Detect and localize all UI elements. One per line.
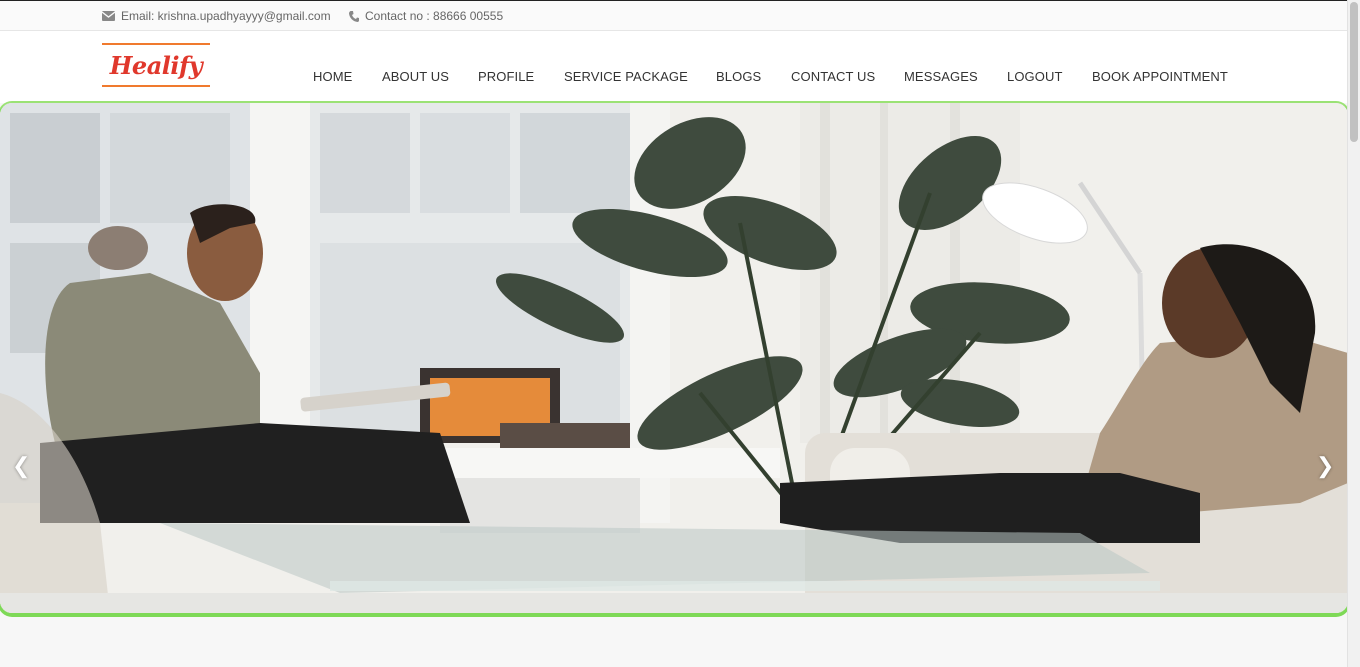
nav-book-appointment[interactable]: BOOK APPOINTMENT: [1092, 69, 1228, 84]
envelope-icon: [102, 11, 115, 21]
therapy-session-image: [0, 103, 1348, 613]
slider-next-button[interactable]: ❯: [1316, 453, 1334, 479]
hero-slider: ❮ ❯: [0, 103, 1348, 613]
nav-blogs[interactable]: BLOGS: [716, 69, 761, 84]
scrollbar-thumb[interactable]: [1350, 2, 1358, 142]
phone-contact: Contact no : 88666 00555: [349, 9, 503, 23]
phone-icon: [349, 10, 359, 22]
nav-about-us[interactable]: ABOUT US: [382, 69, 449, 84]
top-contact-bar: Email: krishna.upadhyayyy@gmail.com Cont…: [0, 0, 1347, 31]
nav-logout[interactable]: LOGOUT: [1007, 69, 1063, 84]
email-text: Email: krishna.upadhyayyy@gmail.com: [121, 9, 331, 23]
nav-service-package[interactable]: SERVICE PACKAGE: [564, 69, 688, 84]
site-header: Healify HOME ABOUT US PROFILE SERVICE PA…: [0, 31, 1347, 103]
healify-logo[interactable]: Healify: [102, 43, 210, 87]
nav-messages[interactable]: MESSAGES: [904, 69, 978, 84]
nav-profile[interactable]: PROFILE: [478, 69, 534, 84]
nav-contact-us[interactable]: CONTACT US: [791, 69, 875, 84]
email-contact: Email: krishna.upadhyayyy@gmail.com: [102, 9, 331, 23]
contact-text: Contact no : 88666 00555: [365, 9, 504, 23]
slider-prev-button[interactable]: ❮: [12, 453, 30, 479]
page-scrollbar[interactable]: [1347, 0, 1360, 667]
nav-home[interactable]: HOME: [313, 69, 352, 84]
logo-text: Healify: [109, 50, 203, 80]
